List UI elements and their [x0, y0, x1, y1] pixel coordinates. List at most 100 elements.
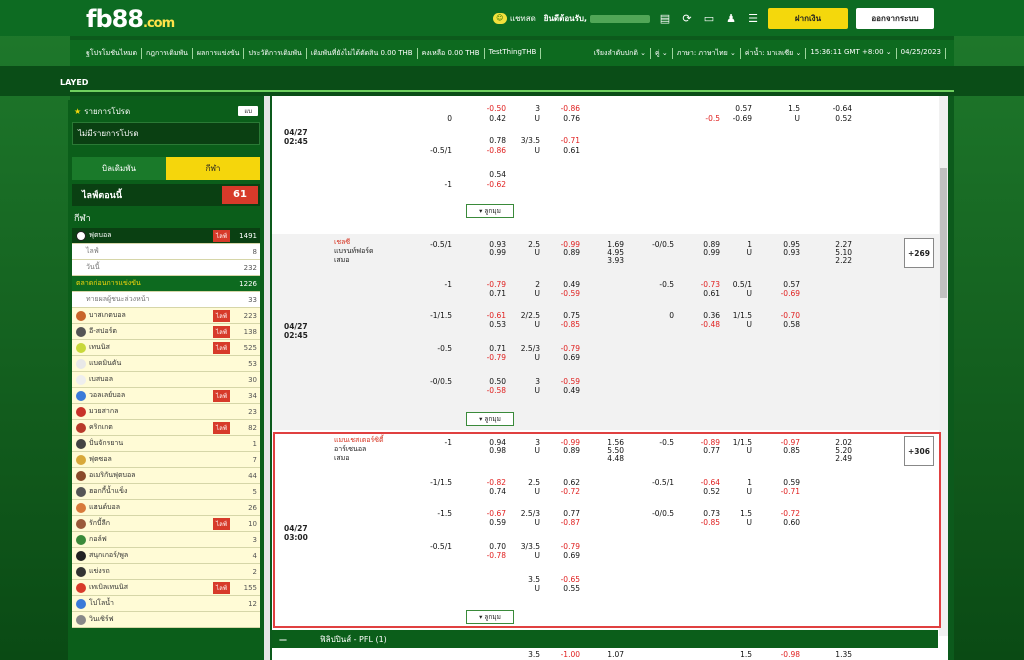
- handicap-cell[interactable]: 0.60: [760, 518, 800, 527]
- sidebar-item-football-sub[interactable]: วันนี้ 232: [72, 260, 260, 276]
- favorites-toggle-button[interactable]: แบ: [238, 106, 258, 116]
- deposit-button[interactable]: ฝากเงิน: [768, 8, 848, 29]
- odds-cell[interactable]: 0.61: [540, 146, 580, 155]
- nav-link[interactable]: คงเหลือ 0.00 THB: [418, 47, 485, 59]
- handicap-cell[interactable]: 0.85: [760, 446, 800, 455]
- handicap-cell[interactable]: 3.93: [584, 256, 624, 265]
- odds-cell[interactable]: -0.62: [466, 180, 506, 189]
- handicap-cell[interactable]: U: [760, 114, 801, 123]
- league-header[interactable]: — ฟิลิปปินส์ - PFL (1): [272, 630, 938, 648]
- sidebar-item-sport[interactable]: เบสบอล 30: [72, 372, 260, 388]
- odds-cell[interactable]: -0.79: [540, 542, 580, 551]
- tab-betslip[interactable]: บิลเดิมพัน: [72, 157, 166, 180]
- corners-dropdown[interactable]: ▾ ลูกมุม: [466, 412, 514, 426]
- odds-cell[interactable]: -0.79: [540, 344, 580, 353]
- odds-cell[interactable]: 0.89: [540, 248, 580, 257]
- sidebar-item-sport[interactable]: กอล์ฟ 3: [72, 532, 260, 548]
- more-markets-button[interactable]: +269: [904, 238, 934, 268]
- sidebar-item-football-sub[interactable]: ไลฟ์ 8: [72, 244, 260, 260]
- odds-cell[interactable]: 0.49: [540, 386, 580, 395]
- odds-cell[interactable]: -1.00: [540, 650, 580, 659]
- corners-dropdown[interactable]: ▾ ลูกมุม: [466, 610, 514, 624]
- nav-link[interactable]: กฎการเดิมพัน: [142, 47, 193, 59]
- nav-link[interactable]: ผลการแข่งขัน: [193, 47, 245, 59]
- sidebar-item-sport[interactable]: สนุกเกอร์/พูล 4: [72, 548, 260, 564]
- sidebar-item-sport[interactable]: คริกเกต ไลฟ์ 82: [72, 420, 260, 436]
- match-teams[interactable]: เชลซี แบรนท์ฟอร์ด เสมอ: [334, 238, 374, 265]
- handicap-cell[interactable]: 0.59: [760, 478, 800, 487]
- nav-link[interactable]: เดิมพันที่ยังไม่ได้ตัดสิน 0.00 THB: [307, 47, 418, 59]
- odds-cell[interactable]: -0.65: [540, 575, 580, 584]
- odds-cell[interactable]: -0.87: [540, 518, 580, 527]
- nav-link[interactable]: TestThingTHB: [485, 47, 542, 59]
- sidebar-item-sport[interactable]: ปั่นจักรยาน 1: [72, 436, 260, 452]
- odds-cell[interactable]: 2.22: [812, 256, 852, 265]
- nav-setting[interactable]: ภาษา: ภาษาไทย ⌄: [673, 47, 741, 59]
- nav-setting[interactable]: คู่ ⌄: [651, 47, 673, 59]
- handicap-cell[interactable]: 4.48: [584, 454, 624, 463]
- odds-cell[interactable]: -0.59: [540, 377, 580, 386]
- sidebar-item-sport[interactable]: วินเซิร์ฟ: [72, 612, 260, 628]
- live-now-row[interactable]: ไลฟ์ตอนนี้ 61: [72, 184, 260, 206]
- odds-cell[interactable]: 0.54: [466, 170, 506, 179]
- sidebar-item-sport[interactable]: อี-สปอร์ต ไลฟ์ 138: [72, 324, 260, 340]
- odds-cell[interactable]: 0.75: [540, 311, 580, 320]
- odds-cell[interactable]: 0.69: [540, 551, 580, 560]
- handicap-cell[interactable]: -0.72: [760, 509, 800, 518]
- handicap-cell[interactable]: -0.71: [760, 487, 800, 496]
- odds-cell[interactable]: 0.69: [540, 353, 580, 362]
- sidebar-item-sport[interactable]: มวยสากล 23: [72, 404, 260, 420]
- odds-cell[interactable]: 0.55: [540, 584, 580, 593]
- sidebar-item-sport[interactable]: รักบี้ลีก ไลฟ์ 10: [72, 516, 260, 532]
- site-logo[interactable]: fb88.com: [86, 5, 175, 33]
- sidebar-item-football-sub[interactable]: ตลาดก่อนการแข่งขัน 1226: [72, 276, 260, 292]
- handicap-cell[interactable]: -0.69: [760, 289, 800, 298]
- odds-cell[interactable]: 1.35: [812, 650, 852, 659]
- odds-cell[interactable]: 0.62: [540, 478, 580, 487]
- main-scrollbar[interactable]: [939, 96, 948, 636]
- sidebar-item-sport[interactable]: แฮนด์บอล 26: [72, 500, 260, 516]
- sidebar-scrollbar[interactable]: [264, 96, 270, 660]
- odds-cell[interactable]: 2.49: [812, 454, 852, 463]
- sidebar-item-sport[interactable]: ฟุตซอล 7: [72, 452, 260, 468]
- match-teams[interactable]: แมนเชสเตอร์ซิตี้ อาร์เซนอล เสมอ: [334, 436, 384, 463]
- wallet-icon[interactable]: ▤: [658, 12, 672, 26]
- odds-cell[interactable]: -0.86: [540, 104, 580, 113]
- logout-button[interactable]: ออกจากระบบ: [856, 8, 934, 29]
- more-markets-button[interactable]: +306: [904, 436, 934, 466]
- nav-setting[interactable]: 15:36:11 GMT +8:00 ⌄: [806, 47, 897, 59]
- handicap-cell[interactable]: 0.58: [760, 320, 800, 329]
- handicap-cell[interactable]: 0.57: [760, 280, 800, 289]
- sidebar-item-sport[interactable]: แข่งรถ 2: [72, 564, 260, 580]
- sidebar-item-football[interactable]: ฟุตบอล ไลฟ์ 1491: [72, 228, 260, 244]
- odds-cell[interactable]: -0.59: [540, 289, 580, 298]
- odds-cell[interactable]: 0.52: [812, 114, 852, 123]
- odds-cell[interactable]: 1.07: [584, 650, 624, 659]
- sidebar-item-sport[interactable]: เทนนิส ไลฟ์ 525: [72, 340, 260, 356]
- live-chat-button[interactable]: ☺ แชทสด: [492, 12, 536, 25]
- sidebar-item-sport[interactable]: บาสเกตบอล ไลฟ์ 223: [72, 308, 260, 324]
- odds-cell[interactable]: 0.49: [540, 280, 580, 289]
- nav-link[interactable]: ฐโปรโมชันไหมด: [82, 47, 143, 59]
- handicap-cell[interactable]: -0.70: [760, 311, 800, 320]
- checklist-icon[interactable]: ☰: [746, 12, 760, 26]
- odds-cell[interactable]: -0.85: [540, 320, 580, 329]
- nav-setting[interactable]: 04/25/2023: [897, 47, 946, 59]
- handicap-cell[interactable]: 1.5: [760, 104, 800, 113]
- corners-dropdown[interactable]: ▾ ลูกมุม: [466, 204, 514, 218]
- odds-cell[interactable]: -0.98: [760, 650, 800, 659]
- handicap-cell[interactable]: 0.93: [760, 248, 800, 257]
- nav-setting[interactable]: เรียงลำดับปกติ ⌄: [590, 47, 651, 59]
- nav-link[interactable]: ประวัติการเดิมพัน: [244, 47, 307, 59]
- odds-cell[interactable]: 0.76: [540, 114, 580, 123]
- promo-icon[interactable]: ▭: [702, 12, 716, 26]
- odds-cell[interactable]: 0.89: [540, 446, 580, 455]
- odds-cell[interactable]: 3.5: [500, 650, 540, 659]
- sidebar-item-sport[interactable]: อเมริกันฟุตบอล 44: [72, 468, 260, 484]
- user-icon[interactable]: ♟: [724, 12, 738, 26]
- sidebar-item-sport[interactable]: โปโลน้ำ 12: [72, 596, 260, 612]
- sidebar-item-sport[interactable]: ฮอกกี้น้ำแข็ง 5: [72, 484, 260, 500]
- odds-cell[interactable]: 0.77: [540, 509, 580, 518]
- sidebar-item-football-sub[interactable]: ทายผลผู้ชนะล่วงหน้า 33: [72, 292, 260, 308]
- sidebar-item-sport[interactable]: วอลเลย์บอล ไลฟ์ 34: [72, 388, 260, 404]
